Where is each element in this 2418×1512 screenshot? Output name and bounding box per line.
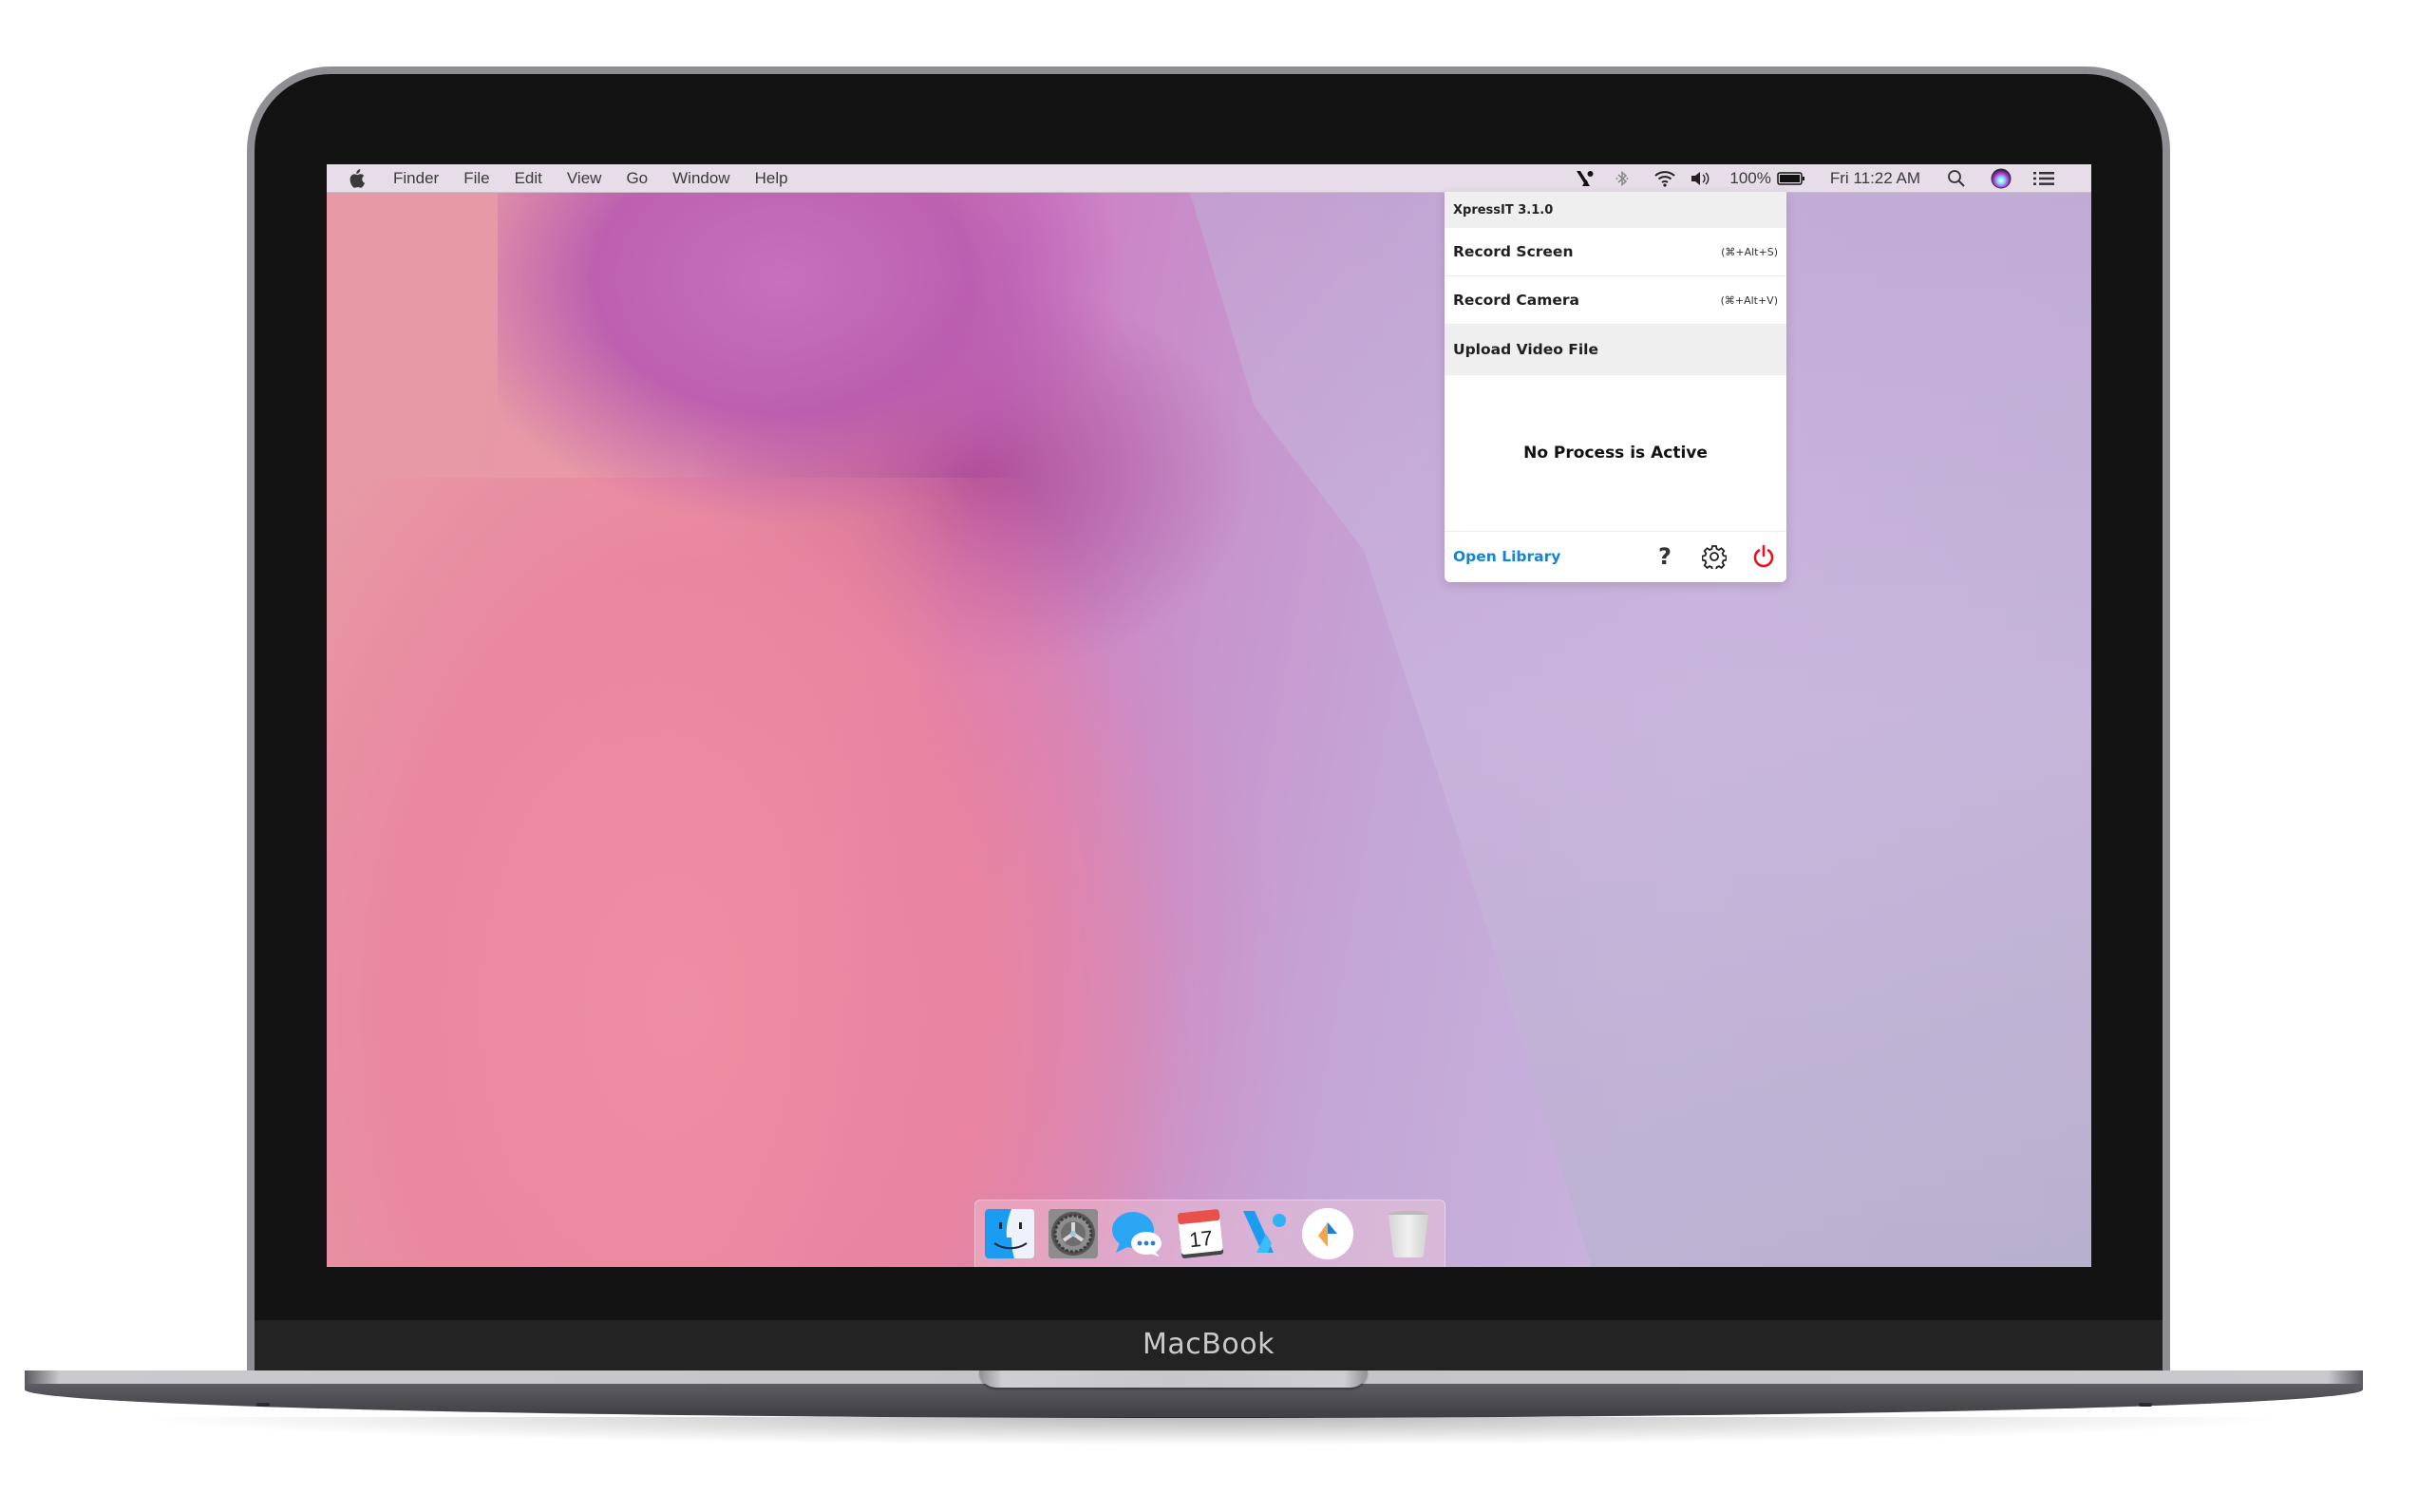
record-screen-shortcut: (⌘+Alt+S) <box>1721 245 1778 258</box>
finder-icon <box>985 1209 1034 1258</box>
upload-video-file-label: Upload Video File <box>1453 341 1599 358</box>
dock-app-finder[interactable] <box>983 1207 1036 1260</box>
notification-center-icon[interactable] <box>2032 171 2055 186</box>
calendar-date: 17 <box>1188 1226 1214 1252</box>
power-quit-icon[interactable] <box>1749 542 1778 571</box>
battery-percent[interactable]: 100% <box>1729 169 1770 188</box>
menu-window[interactable]: Window <box>672 169 729 188</box>
dock-app-system-preferences[interactable] <box>1047 1207 1100 1260</box>
popup-title: XpressIT 3.1.0 <box>1445 192 1786 228</box>
process-status: No Process is Active <box>1445 375 1786 532</box>
siri-icon[interactable] <box>1991 168 2012 189</box>
dock-app-messages[interactable] <box>1110 1207 1163 1260</box>
record-camera-item[interactable]: Record Camera (⌘+Alt+V) <box>1445 276 1786 325</box>
menu-finder[interactable]: Finder <box>393 169 439 188</box>
calendar-icon: 17 <box>1177 1209 1224 1258</box>
record-camera-shortcut: (⌘+Alt+V) <box>1720 293 1778 307</box>
dock-app-trash[interactable] <box>1382 1207 1435 1260</box>
navigator-icon <box>1302 1208 1353 1259</box>
settings-gear-icon[interactable] <box>1700 542 1728 571</box>
menu-view[interactable]: View <box>567 169 602 188</box>
dock: 17 <box>974 1200 1445 1267</box>
device-label: MacBook <box>1143 1328 1275 1361</box>
xpressit-popup-menu: XpressIT 3.1.0 Record Screen (⌘+Alt+S) R… <box>1445 192 1786 582</box>
system-preferences-icon <box>1048 1209 1098 1258</box>
open-library-link[interactable]: Open Library <box>1453 548 1630 565</box>
menu-file[interactable]: File <box>463 169 489 188</box>
dock-app-xpressit[interactable] <box>1237 1207 1291 1260</box>
laptop-hinge <box>979 1370 1368 1388</box>
bluetooth-icon[interactable] <box>1615 170 1629 187</box>
menubar-clock[interactable]: Fri 11:22 AM <box>1830 169 1920 188</box>
record-screen-item[interactable]: Record Screen (⌘+Alt+S) <box>1445 228 1786 276</box>
record-screen-label: Record Screen <box>1453 243 1574 260</box>
record-camera-label: Record Camera <box>1453 292 1580 309</box>
menu-edit[interactable]: Edit <box>515 169 542 188</box>
wallpaper-layer <box>327 478 1371 1267</box>
wallpaper-layer <box>498 164 1162 563</box>
laptop-foot <box>2139 1403 2152 1407</box>
popup-footer: Open Library ? <box>1445 532 1786 581</box>
xpressit-menubar-icon[interactable] <box>1576 170 1595 187</box>
laptop-shadow <box>123 1417 2298 1446</box>
dock-app-calendar[interactable]: 17 <box>1174 1207 1227 1260</box>
menu-help[interactable]: Help <box>755 169 788 188</box>
help-icon[interactable]: ? <box>1651 542 1679 571</box>
menu-bar: Finder File Edit View Go Window Help 100… <box>327 164 2091 193</box>
laptop-chin: MacBook <box>255 1320 2163 1372</box>
messages-icon <box>1112 1212 1162 1257</box>
upload-video-file-item[interactable]: Upload Video File <box>1445 325 1786 375</box>
xpressit-icon <box>1243 1211 1286 1253</box>
dock-app-navigator[interactable] <box>1301 1207 1354 1260</box>
battery-icon[interactable] <box>1777 171 1805 186</box>
volume-icon[interactable] <box>1690 170 1712 187</box>
base-bottom <box>25 1384 2363 1418</box>
laptop-foot <box>256 1403 270 1407</box>
spotlight-search-icon[interactable] <box>1947 169 1966 188</box>
desktop-screen: Finder File Edit View Go Window Help 100… <box>327 164 2091 1267</box>
trash-icon <box>1388 1211 1428 1258</box>
menu-go[interactable]: Go <box>626 169 648 188</box>
wifi-icon[interactable] <box>1653 170 1676 187</box>
apple-menu-icon[interactable] <box>348 168 365 188</box>
